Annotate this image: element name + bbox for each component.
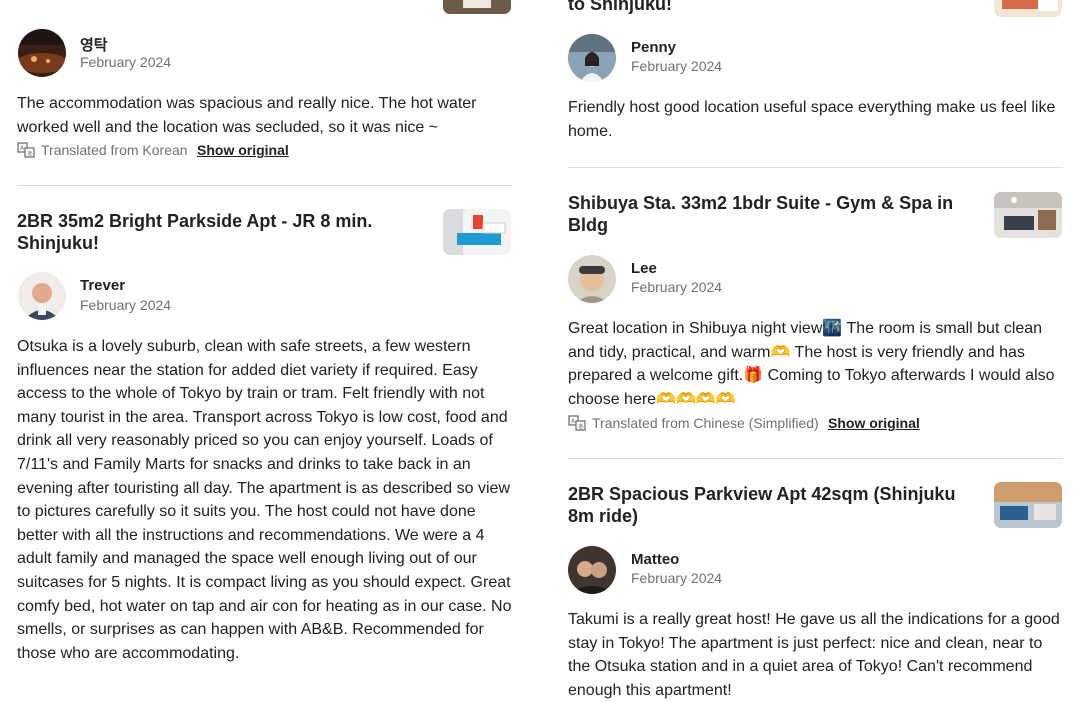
listing-thumbnail-previous[interactable]	[443, 0, 511, 14]
listing-title[interactable]: to Shinjuku!	[568, 0, 988, 15]
review-text: Takumi is a really great host! He gave u…	[568, 611, 1060, 699]
listing-thumbnail[interactable]	[994, 192, 1062, 238]
review-text: Friendly host good location useful space…	[568, 99, 1056, 140]
reviewer-avatar[interactable]	[568, 34, 616, 82]
translation-label: Translated from Chinese (Simplified)	[592, 415, 819, 431]
divider	[17, 185, 512, 186]
divider	[568, 458, 1063, 459]
review-text: Otsuka is a lovely suburb, clean with sa…	[17, 338, 512, 662]
review-text: Great location in Shibuya night view🌃 Th…	[568, 320, 1055, 408]
reviewer-name: Lee	[631, 260, 657, 277]
reviewer-avatar[interactable]	[18, 29, 66, 77]
review-date: February 2024	[631, 58, 723, 74]
review-date: February 2024	[631, 570, 723, 586]
listing-thumbnail[interactable]	[443, 209, 511, 255]
reviewer-avatar[interactable]	[18, 272, 66, 320]
reviewer-avatar[interactable]	[568, 255, 616, 303]
divider	[568, 167, 1063, 168]
review-date: February 2024	[80, 54, 172, 70]
review-date: February 2024	[631, 279, 723, 295]
review-date: February 2024	[80, 297, 172, 313]
show-original-link[interactable]: Show original	[197, 142, 289, 158]
svg-text:あ: あ	[27, 151, 33, 158]
translate-icon: A あ	[17, 142, 35, 158]
translation-notice: A あ Translated from Korean	[17, 142, 188, 158]
reviewer-name: Trever	[80, 277, 126, 294]
review-text: The accommodation was spacious and reall…	[17, 95, 477, 136]
listing-thumbnail-previous[interactable]	[994, 0, 1062, 17]
reviewer-name: Penny	[631, 39, 677, 56]
listing-thumbnail[interactable]	[994, 482, 1062, 528]
translation-label: Translated from Korean	[41, 142, 188, 158]
listing-title[interactable]: Shibuya Sta. 33m2 1bdr Suite - Gym & Spa…	[568, 192, 988, 236]
show-original-link[interactable]: Show original	[828, 415, 920, 431]
svg-text:A: A	[20, 145, 25, 152]
reviewer-avatar[interactable]	[568, 546, 616, 594]
right-review-column: to Shinjuku! Penny February 2024 Friendl…	[567, 0, 1063, 700]
listing-title[interactable]: 2BR Spacious Parkview Apt 42sqm (Shinjuk…	[568, 483, 958, 527]
translation-notice: A あ Translated from Chinese (Simplified)	[568, 415, 819, 431]
left-review-column: 영탁 February 2024 The accommodation was s…	[17, 0, 513, 700]
translate-icon: A あ	[568, 415, 586, 431]
svg-text:あ: あ	[578, 424, 584, 431]
svg-text:A: A	[571, 418, 576, 425]
listing-title[interactable]: 2BR 35m2 Bright Parkside Apt - JR 8 min.…	[17, 210, 437, 254]
reviewer-name: Matteo	[631, 551, 680, 568]
reviewer-name: 영탁	[80, 37, 108, 54]
